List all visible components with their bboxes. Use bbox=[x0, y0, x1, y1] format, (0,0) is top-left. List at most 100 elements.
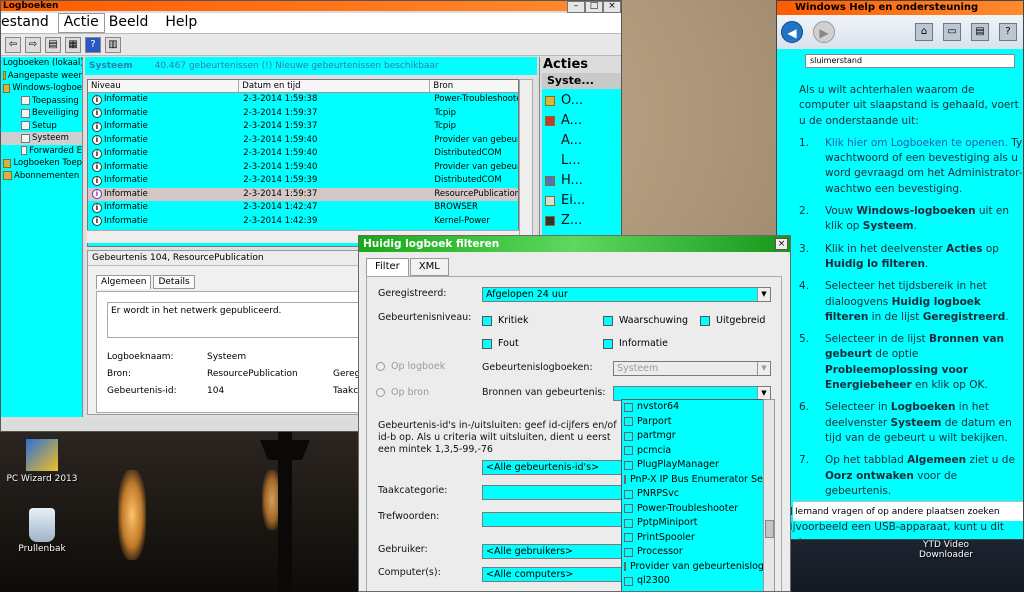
radio-op-bron[interactable]: Op bron bbox=[376, 387, 429, 398]
action-properties[interactable]: Ei... bbox=[542, 191, 621, 211]
tree-item-label: Windows-logboe bbox=[12, 83, 82, 93]
help-icon[interactable]: ? bbox=[85, 36, 101, 53]
list-item[interactable]: nvstor64 bbox=[622, 400, 764, 415]
checkbox-fout[interactable]: Fout bbox=[482, 338, 519, 349]
tree-item-label: Aangepaste weer bbox=[7, 70, 82, 81]
tree-item-toepassing[interactable]: Toepassing bbox=[1, 95, 82, 108]
list-item[interactable]: PnP-X IP Bus Enumerator Serv bbox=[622, 473, 764, 488]
checkbox-kritiek[interactable]: Kritiek bbox=[482, 315, 529, 326]
column-header-datum[interactable]: Datum en tijd bbox=[239, 80, 431, 92]
filter-panel: Geregistreerd: Afgelopen 24 uur ▼ Gebeurt… bbox=[366, 276, 782, 591]
tree-item-aangepaste-weergaven[interactable]: Aangepaste weer bbox=[1, 70, 82, 83]
forward-button[interactable]: ▶ bbox=[813, 21, 835, 43]
action-open-log[interactable]: O... bbox=[542, 91, 621, 111]
logs-select[interactable]: Systeem ▼ bbox=[613, 361, 771, 376]
list-item[interactable]: Provider van gebeurtenislogbo bbox=[622, 560, 764, 575]
table-row-selected[interactable]: i Informatie 2-3-2014 1:59:37 ResourcePubli… bbox=[88, 187, 518, 201]
menu-help[interactable]: Help bbox=[157, 13, 206, 33]
panel-toggle-icon[interactable]: ▥ bbox=[105, 36, 121, 53]
vertical-scrollbar[interactable] bbox=[519, 79, 533, 247]
browse-icon[interactable]: ▤ bbox=[971, 23, 989, 41]
close-icon[interactable]: × bbox=[775, 238, 788, 250]
event-table: Niveau Datum en tijd Bron i Informatie 2-3… bbox=[87, 79, 519, 247]
back-arrow-icon[interactable]: ⇦ bbox=[5, 36, 21, 53]
help-footer-link[interactable]: Iemand vragen of op andere plaatsen zoek… bbox=[793, 501, 1023, 521]
table-row[interactable]: i Informatie 2-3-2014 1:59:40 Provider van … bbox=[88, 161, 518, 175]
tree-item-logboeken-lokaal[interactable]: Logboeken (lokaal) bbox=[1, 57, 82, 70]
list-item[interactable]: ql2300 bbox=[622, 574, 764, 589]
column-header-bron[interactable]: Bron bbox=[430, 80, 518, 92]
actions-section-systeem[interactable]: Syste... bbox=[542, 73, 621, 89]
ytd-video-downloader-desktop-icon[interactable]: YTD Video Downloader bbox=[906, 540, 986, 560]
row-level: Informatie bbox=[104, 134, 148, 145]
properties-icon[interactable]: ▦ bbox=[65, 36, 81, 53]
table-row[interactable]: i Informatie 2-3-2014 1:59:40 DistributedCO… bbox=[88, 147, 518, 161]
step-bold: Acties bbox=[946, 242, 983, 255]
table-row[interactable]: i Informatie 2-3-2014 1:42:39 Kernel-Power bbox=[88, 215, 518, 229]
open-event-viewer-link[interactable]: Klik hier om Logboeken te openen. bbox=[825, 137, 1008, 149]
tab-algemeen[interactable]: Algemeen bbox=[96, 275, 152, 289]
column-header-niveau[interactable]: Niveau bbox=[88, 80, 240, 92]
recycle-bin-desktop-icon[interactable]: Prullenbak bbox=[2, 508, 82, 554]
table-row[interactable]: i Informatie 2-3-2014 1:59:37 Tcpip bbox=[88, 107, 518, 121]
checkbox-informatie[interactable]: Informatie bbox=[603, 338, 668, 349]
action-import[interactable]: A... bbox=[542, 131, 621, 151]
checkbox-box bbox=[624, 576, 633, 586]
table-row[interactable]: i Informatie 2-3-2014 1:59:38 Power-Trouble… bbox=[88, 93, 518, 107]
forward-arrow-icon[interactable]: ⇨ bbox=[25, 36, 41, 53]
step-bold: Algemeen bbox=[907, 454, 967, 467]
list-item[interactable]: Processor bbox=[622, 545, 764, 560]
list-item[interactable]: Power-Troubleshooter bbox=[622, 502, 764, 517]
sources-scrollbar[interactable] bbox=[763, 399, 775, 591]
tree-item-abonnementen[interactable]: Abonnementen bbox=[1, 170, 82, 183]
tab-xml[interactable]: XML bbox=[409, 258, 449, 276]
table-row[interactable]: i Informatie 2-3-2014 1:42:47 BROWSER bbox=[88, 201, 518, 215]
list-item[interactable]: partmgr bbox=[622, 429, 764, 444]
tree-item-forwarded-events[interactable]: Forwarded E bbox=[1, 145, 82, 158]
ask-icon[interactable]: ? bbox=[999, 23, 1017, 41]
list-item[interactable]: Parport bbox=[622, 415, 764, 430]
scrollbar-thumb[interactable] bbox=[765, 520, 774, 538]
tab-filter[interactable]: Filter bbox=[366, 258, 409, 276]
action-filter-log[interactable]: H... bbox=[542, 171, 621, 191]
close-button[interactable]: × bbox=[603, 1, 621, 13]
pc-wizard-desktop-icon[interactable]: PC Wizard 2013 bbox=[2, 438, 82, 484]
tree-item-setup[interactable]: Setup bbox=[1, 120, 82, 133]
action-custom-view[interactable]: A... bbox=[542, 111, 621, 131]
folder-icon[interactable]: ▤ bbox=[45, 36, 61, 53]
table-row[interactable]: i Informatie 2-3-2014 1:59:37 Tcpip bbox=[88, 120, 518, 134]
step-number: 6. bbox=[799, 401, 810, 414]
registered-select[interactable]: Afgelopen 24 uur ▼ bbox=[482, 287, 771, 302]
tree-item-logboeken-toepassingen[interactable]: Logboeken Toep bbox=[1, 157, 82, 170]
menu-bestand[interactable]: estand bbox=[1, 13, 58, 33]
help-search-input[interactable]: sluimerstand bbox=[805, 54, 1015, 68]
tree-item-systeem[interactable]: Systeem bbox=[1, 132, 82, 145]
back-button[interactable]: ◀ bbox=[781, 21, 803, 43]
filter-tabs: Filter XML bbox=[366, 258, 450, 276]
list-item[interactable]: PrintSpooler bbox=[622, 531, 764, 546]
list-item[interactable]: PNRPSvc bbox=[622, 487, 764, 502]
menu-beeld[interactable]: Beeld bbox=[105, 13, 158, 33]
folder-icon bbox=[3, 83, 11, 93]
radio-op-logboek[interactable]: Op logboek bbox=[376, 361, 445, 372]
checkbox-waarschuwing[interactable]: Waarschuwing bbox=[603, 315, 688, 326]
list-item[interactable]: PlugPlayManager bbox=[622, 458, 764, 473]
minimize-button[interactable]: – bbox=[567, 1, 585, 13]
list-item[interactable]: pcmcia bbox=[622, 444, 764, 459]
log-count-message[interactable]: 40.467 gebeurtenissen (!) Nieuwe gebeurt… bbox=[155, 57, 439, 75]
action-clear-log[interactable]: L... bbox=[542, 151, 621, 171]
source-label: partmgr bbox=[637, 430, 676, 441]
tree-item-windows-logboeken[interactable]: Windows-logboe bbox=[1, 82, 82, 95]
maximize-button[interactable]: □ bbox=[585, 1, 603, 13]
action-find[interactable]: Z... bbox=[542, 211, 621, 231]
home-icon[interactable]: ⌂ bbox=[915, 23, 933, 41]
window-title: Logboeken bbox=[1, 1, 621, 11]
print-icon[interactable]: ▭ bbox=[943, 23, 961, 41]
menu-actie[interactable]: Actie bbox=[57, 13, 105, 33]
tab-details[interactable]: Details bbox=[153, 275, 195, 289]
list-item[interactable]: PptpMiniport bbox=[622, 516, 764, 531]
checkbox-uitgebreid[interactable]: Uitgebreid bbox=[700, 315, 765, 326]
tree-item-beveiliging[interactable]: Beveiliging bbox=[1, 107, 82, 120]
table-row[interactable]: i Informatie 2-3-2014 1:59:39 DistributedCO… bbox=[88, 174, 518, 188]
table-row[interactable]: i Informatie 2-3-2014 1:59:40 Provider van … bbox=[88, 134, 518, 148]
